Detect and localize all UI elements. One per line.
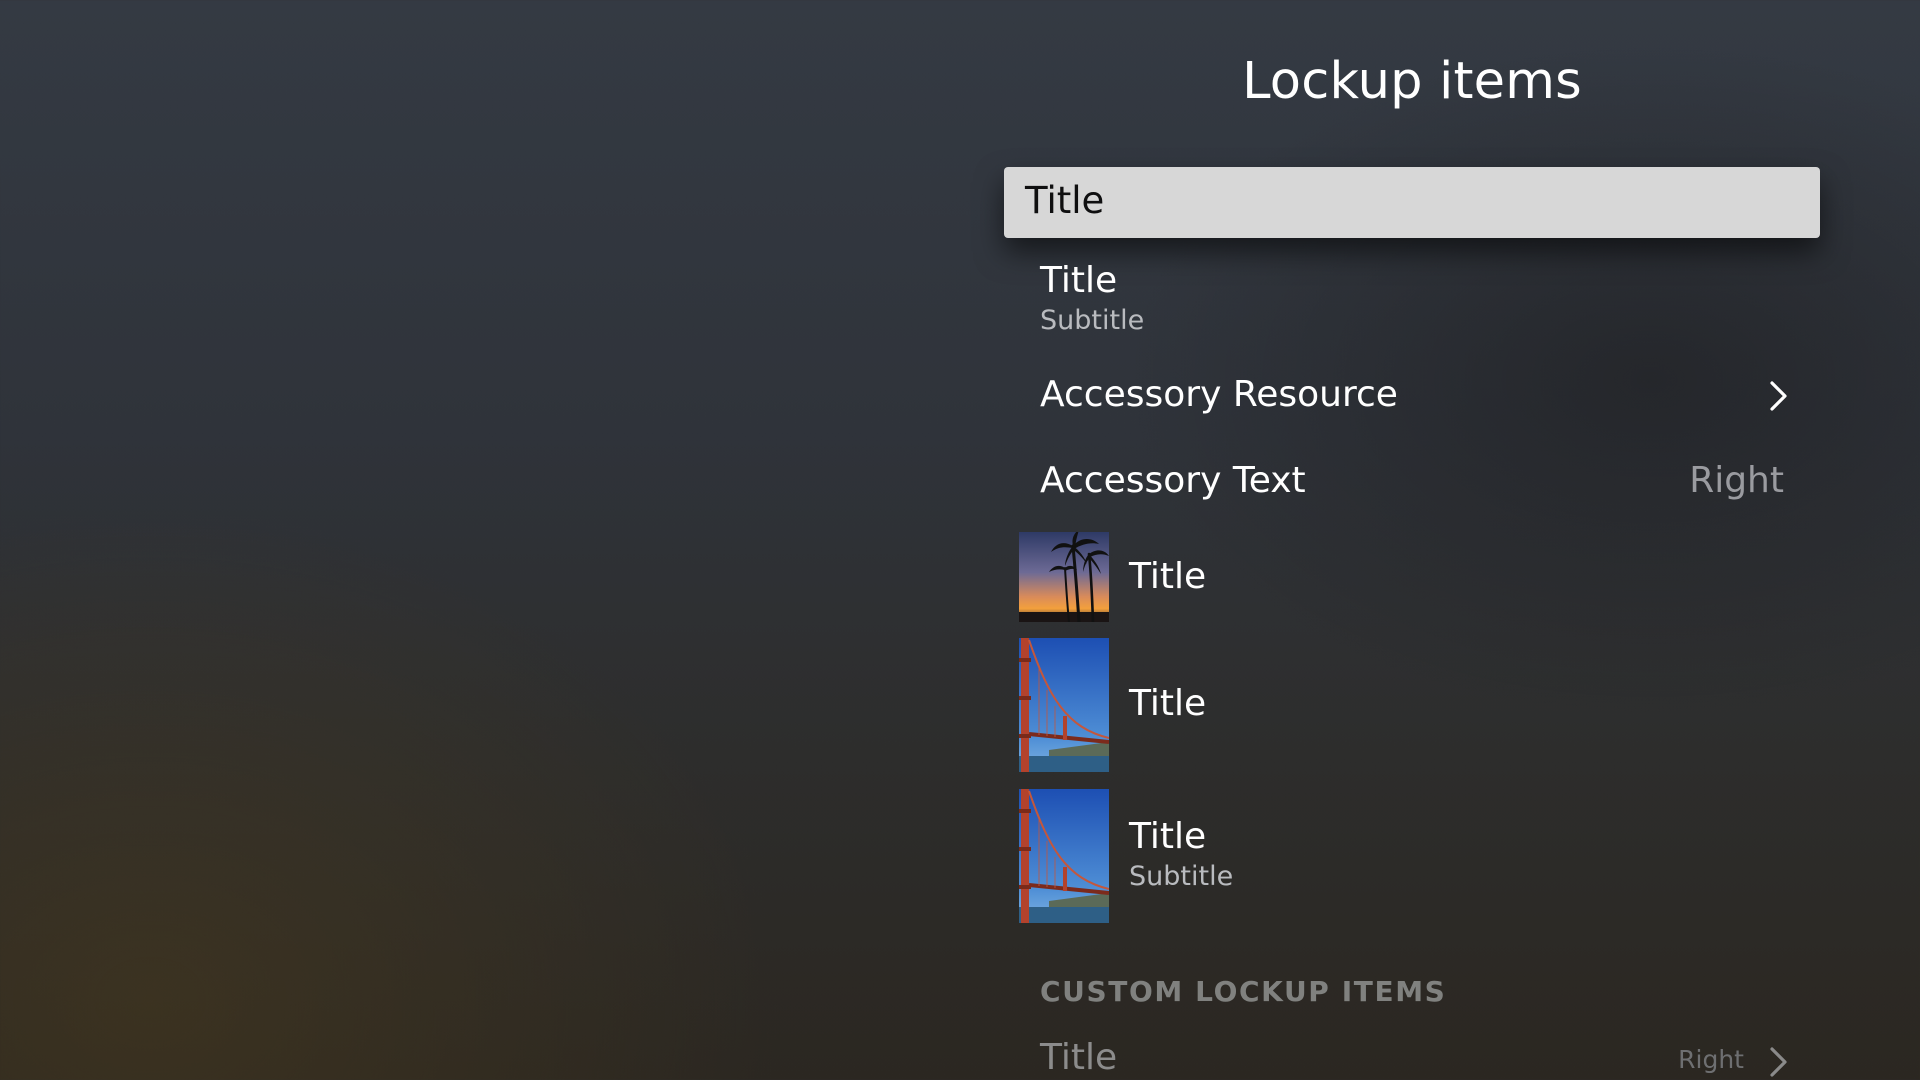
lockup-item-accessory-text[interactable]: Accessory Text Right [1004,446,1820,516]
lockup-item-image[interactable]: Title [1004,532,1820,622]
lockup-item-title: Title [1129,683,1207,724]
lockup-item-image-subtitle[interactable]: Title Subtitle [1004,789,1820,923]
lockup-item-title: Title [1040,1037,1118,1078]
lockup-item-title-subtitle[interactable]: Title Subtitle [1004,250,1820,350]
lockup-item-accessory-text: Right [1678,1045,1744,1074]
golden-gate-bridge-image [1019,638,1109,772]
lockup-item-image[interactable]: Title [1004,638,1820,772]
lockup-item-accessory-text: Right [1689,460,1784,501]
lockup-item-focused[interactable]: Title [1004,167,1820,238]
lockup-item-title: Title [1040,260,1118,301]
lockup-item-subtitle: Subtitle [1040,305,1145,336]
lockup-item-title: Accessory Resource [1040,374,1398,415]
lockup-item-title: Title [1129,556,1207,597]
chevron-right-icon [1770,1047,1787,1077]
section-header-custom-lockup-items: CUSTOM LOCKUP ITEMS [1040,975,1447,1008]
lockup-item-title: Accessory Text [1040,460,1306,501]
lockup-item-accessory-resource[interactable]: Accessory Resource [1004,360,1820,430]
lockup-item-title: Title [1129,816,1207,857]
chevron-right-icon [1770,381,1787,411]
screen: Lockup items Title Title Subtitle Access… [0,0,1920,1080]
lockup-item-title: Title [1025,179,1105,222]
palm-trees-sunset-image [1019,532,1109,622]
golden-gate-bridge-image [1019,789,1109,923]
lockup-list: Title Title Subtitle Accessory Resource … [1004,0,1820,1080]
custom-lockup-item[interactable]: Title Right [1004,1030,1820,1080]
lockup-item-subtitle: Subtitle [1129,861,1234,892]
